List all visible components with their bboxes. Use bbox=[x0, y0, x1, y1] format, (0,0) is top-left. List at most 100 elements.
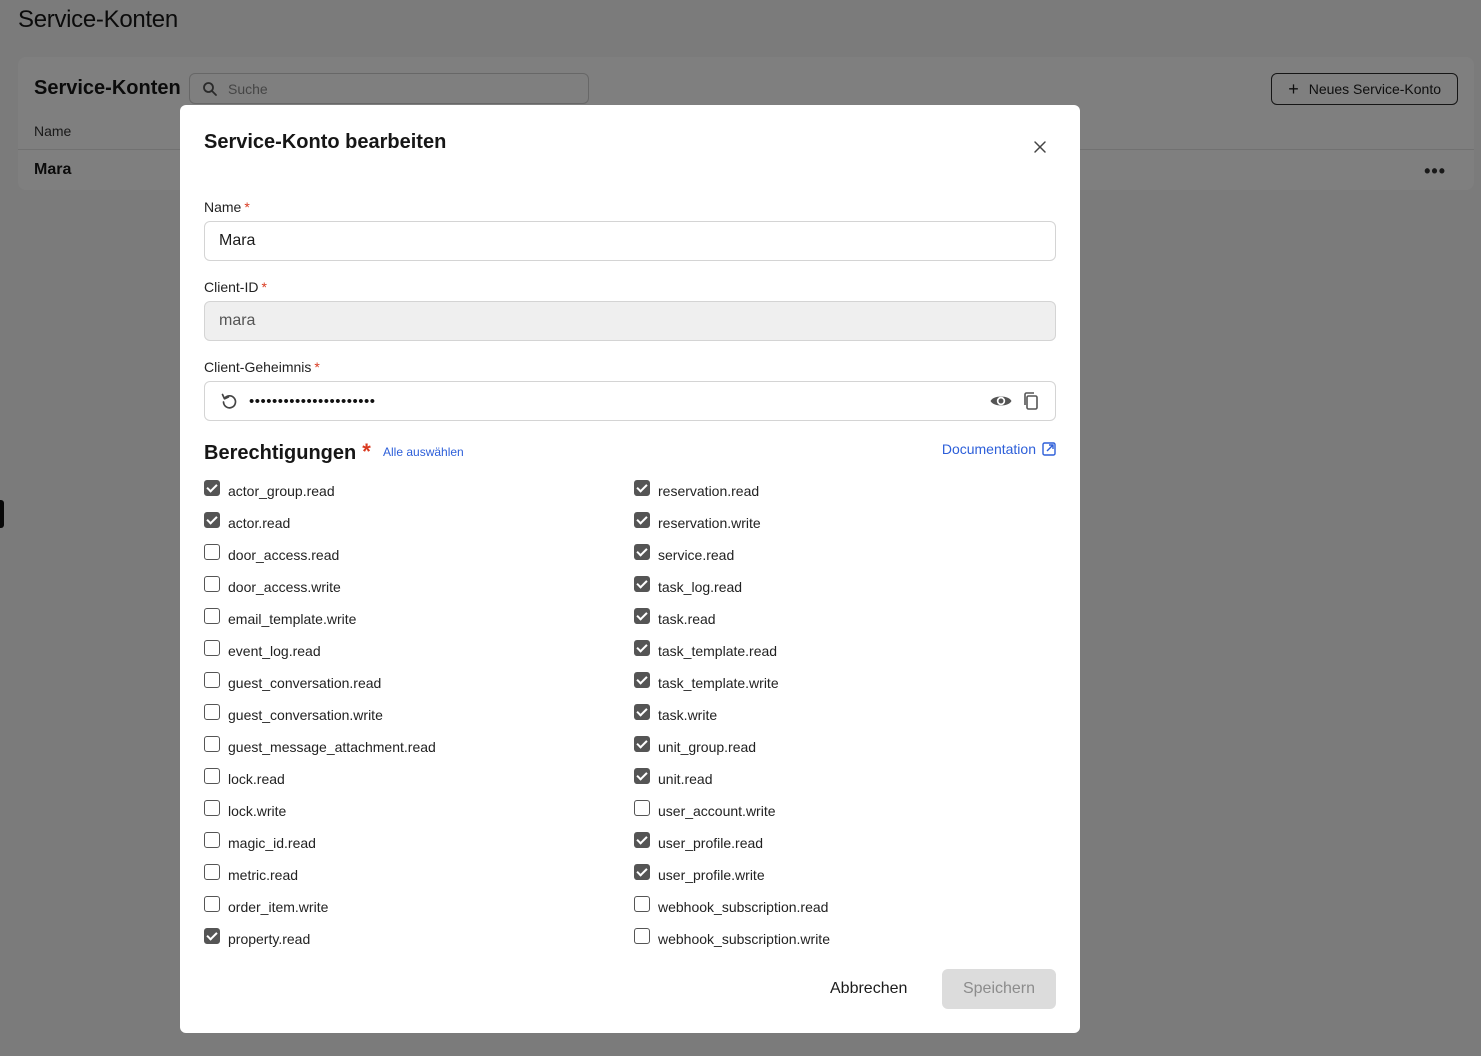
permission-item[interactable]: door_access.write bbox=[204, 571, 436, 603]
client-secret-input[interactable]: •••••••••••••••••••••• bbox=[204, 381, 1056, 421]
permission-label: metric.read bbox=[228, 867, 299, 883]
cancel-button[interactable]: Abbrechen bbox=[812, 969, 925, 1009]
checkbox-checked[interactable] bbox=[634, 512, 650, 528]
permission-label: property.read bbox=[228, 931, 311, 947]
permission-label: guest_message_attachment.read bbox=[228, 739, 436, 755]
permission-item[interactable]: reservation.read bbox=[634, 475, 830, 507]
permission-item[interactable]: task.write bbox=[634, 699, 830, 731]
permission-label: task.read bbox=[658, 611, 716, 627]
client-secret-label: Client-Geheimnis * bbox=[204, 359, 320, 375]
permission-label: user_profile.write bbox=[658, 867, 765, 883]
permission-label: task.write bbox=[658, 707, 718, 723]
checkbox-checked[interactable] bbox=[634, 544, 650, 560]
permission-item[interactable]: guest_conversation.write bbox=[204, 699, 436, 731]
permission-label: order_item.write bbox=[228, 899, 329, 915]
client-id-label: Client-ID * bbox=[204, 279, 267, 295]
permission-item[interactable]: lock.write bbox=[204, 795, 436, 827]
checkbox-unchecked[interactable] bbox=[204, 576, 220, 592]
permission-item[interactable]: unit_group.read bbox=[634, 731, 830, 763]
permission-item[interactable]: actor_group.read bbox=[204, 475, 436, 507]
permission-label: webhook_subscription.write bbox=[658, 931, 830, 947]
checkbox-checked[interactable] bbox=[634, 832, 650, 848]
checkbox-checked[interactable] bbox=[634, 480, 650, 496]
regenerate-icon[interactable] bbox=[219, 391, 239, 411]
external-link-icon bbox=[1042, 442, 1056, 456]
permission-item[interactable]: user_profile.write bbox=[634, 859, 830, 891]
permission-item[interactable]: task_log.read bbox=[634, 571, 830, 603]
permission-label: email_template.write bbox=[228, 611, 357, 627]
permission-item[interactable]: service.read bbox=[634, 539, 830, 571]
permission-item[interactable]: metric.read bbox=[204, 859, 436, 891]
required-mark: * bbox=[362, 439, 371, 464]
checkbox-checked[interactable] bbox=[634, 640, 650, 656]
checkbox-unchecked[interactable] bbox=[204, 640, 220, 656]
copy-icon[interactable] bbox=[1021, 391, 1041, 411]
permission-item[interactable]: lock.read bbox=[204, 763, 436, 795]
permission-label: task_template.read bbox=[658, 643, 778, 659]
permission-item[interactable]: email_template.write bbox=[204, 603, 436, 635]
eye-icon[interactable] bbox=[989, 389, 1013, 413]
checkbox-checked[interactable] bbox=[634, 864, 650, 880]
select-all-link[interactable]: Alle auswählen bbox=[383, 445, 464, 459]
checkbox-unchecked[interactable] bbox=[634, 896, 650, 912]
checkbox-unchecked[interactable] bbox=[204, 832, 220, 848]
permission-label: actor_group.read bbox=[228, 483, 335, 499]
permission-label: reservation.write bbox=[658, 515, 761, 531]
checkbox-checked[interactable] bbox=[634, 736, 650, 752]
permission-item[interactable]: webhook_subscription.write bbox=[634, 923, 830, 955]
permission-label: lock.write bbox=[228, 803, 287, 819]
permission-item[interactable]: task_template.read bbox=[634, 635, 830, 667]
checkbox-unchecked[interactable] bbox=[204, 672, 220, 688]
permissions-right-column: reservation.read reservation.write service… bbox=[634, 475, 830, 955]
required-mark: * bbox=[261, 279, 267, 295]
permission-item[interactable]: guest_conversation.read bbox=[204, 667, 436, 699]
permission-item[interactable]: event_log.read bbox=[204, 635, 436, 667]
permissions-left-column: actor_group.read actor.read door_access.re… bbox=[204, 475, 436, 955]
close-icon[interactable] bbox=[1032, 139, 1048, 155]
checkbox-checked[interactable] bbox=[634, 704, 650, 720]
permission-label: event_log.read bbox=[228, 643, 321, 659]
name-input[interactable]: Mara bbox=[204, 221, 1056, 261]
permission-label: door_access.write bbox=[228, 579, 341, 595]
documentation-link[interactable]: Documentation bbox=[942, 441, 1056, 457]
checkbox-unchecked[interactable] bbox=[204, 544, 220, 560]
permission-label: lock.read bbox=[228, 771, 285, 787]
checkbox-unchecked[interactable] bbox=[634, 800, 650, 816]
permission-item[interactable]: magic_id.read bbox=[204, 827, 436, 859]
permission-item[interactable]: order_item.write bbox=[204, 891, 436, 923]
checkbox-unchecked[interactable] bbox=[634, 928, 650, 944]
checkbox-unchecked[interactable] bbox=[204, 896, 220, 912]
checkbox-checked[interactable] bbox=[204, 928, 220, 944]
permission-item[interactable]: actor.read bbox=[204, 507, 436, 539]
checkbox-unchecked[interactable] bbox=[204, 736, 220, 752]
save-button[interactable]: Speichern bbox=[942, 969, 1056, 1009]
permission-item[interactable]: task_template.write bbox=[634, 667, 830, 699]
permission-label: magic_id.read bbox=[228, 835, 316, 851]
checkbox-checked[interactable] bbox=[204, 512, 220, 528]
checkbox-unchecked[interactable] bbox=[204, 864, 220, 880]
name-label: Name * bbox=[204, 199, 250, 215]
checkbox-checked[interactable] bbox=[634, 672, 650, 688]
checkbox-unchecked[interactable] bbox=[204, 800, 220, 816]
checkbox-unchecked[interactable] bbox=[204, 768, 220, 784]
client-id-label-text: Client-ID bbox=[204, 279, 259, 295]
client-secret-value: •••••••••••••••••••••• bbox=[249, 392, 376, 410]
permission-item[interactable]: webhook_subscription.read bbox=[634, 891, 830, 923]
checkbox-unchecked[interactable] bbox=[204, 704, 220, 720]
permission-item[interactable]: user_account.write bbox=[634, 795, 830, 827]
checkbox-checked[interactable] bbox=[634, 608, 650, 624]
client-id-value: mara bbox=[219, 312, 256, 329]
permission-item[interactable]: reservation.write bbox=[634, 507, 830, 539]
permissions-title: Berechtigungen * bbox=[204, 439, 371, 465]
checkbox-unchecked[interactable] bbox=[204, 608, 220, 624]
checkbox-checked[interactable] bbox=[204, 480, 220, 496]
permission-item[interactable]: task.read bbox=[634, 603, 830, 635]
checkbox-checked[interactable] bbox=[634, 768, 650, 784]
permission-item[interactable]: door_access.read bbox=[204, 539, 436, 571]
permission-item[interactable]: property.read bbox=[204, 923, 436, 955]
permission-item[interactable]: user_profile.read bbox=[634, 827, 830, 859]
permission-item[interactable]: unit.read bbox=[634, 763, 830, 795]
checkbox-checked[interactable] bbox=[634, 576, 650, 592]
permission-item[interactable]: guest_message_attachment.read bbox=[204, 731, 436, 763]
edit-service-account-dialog: Service-Konto bearbeiten Name * Mara Clie… bbox=[180, 105, 1080, 1033]
